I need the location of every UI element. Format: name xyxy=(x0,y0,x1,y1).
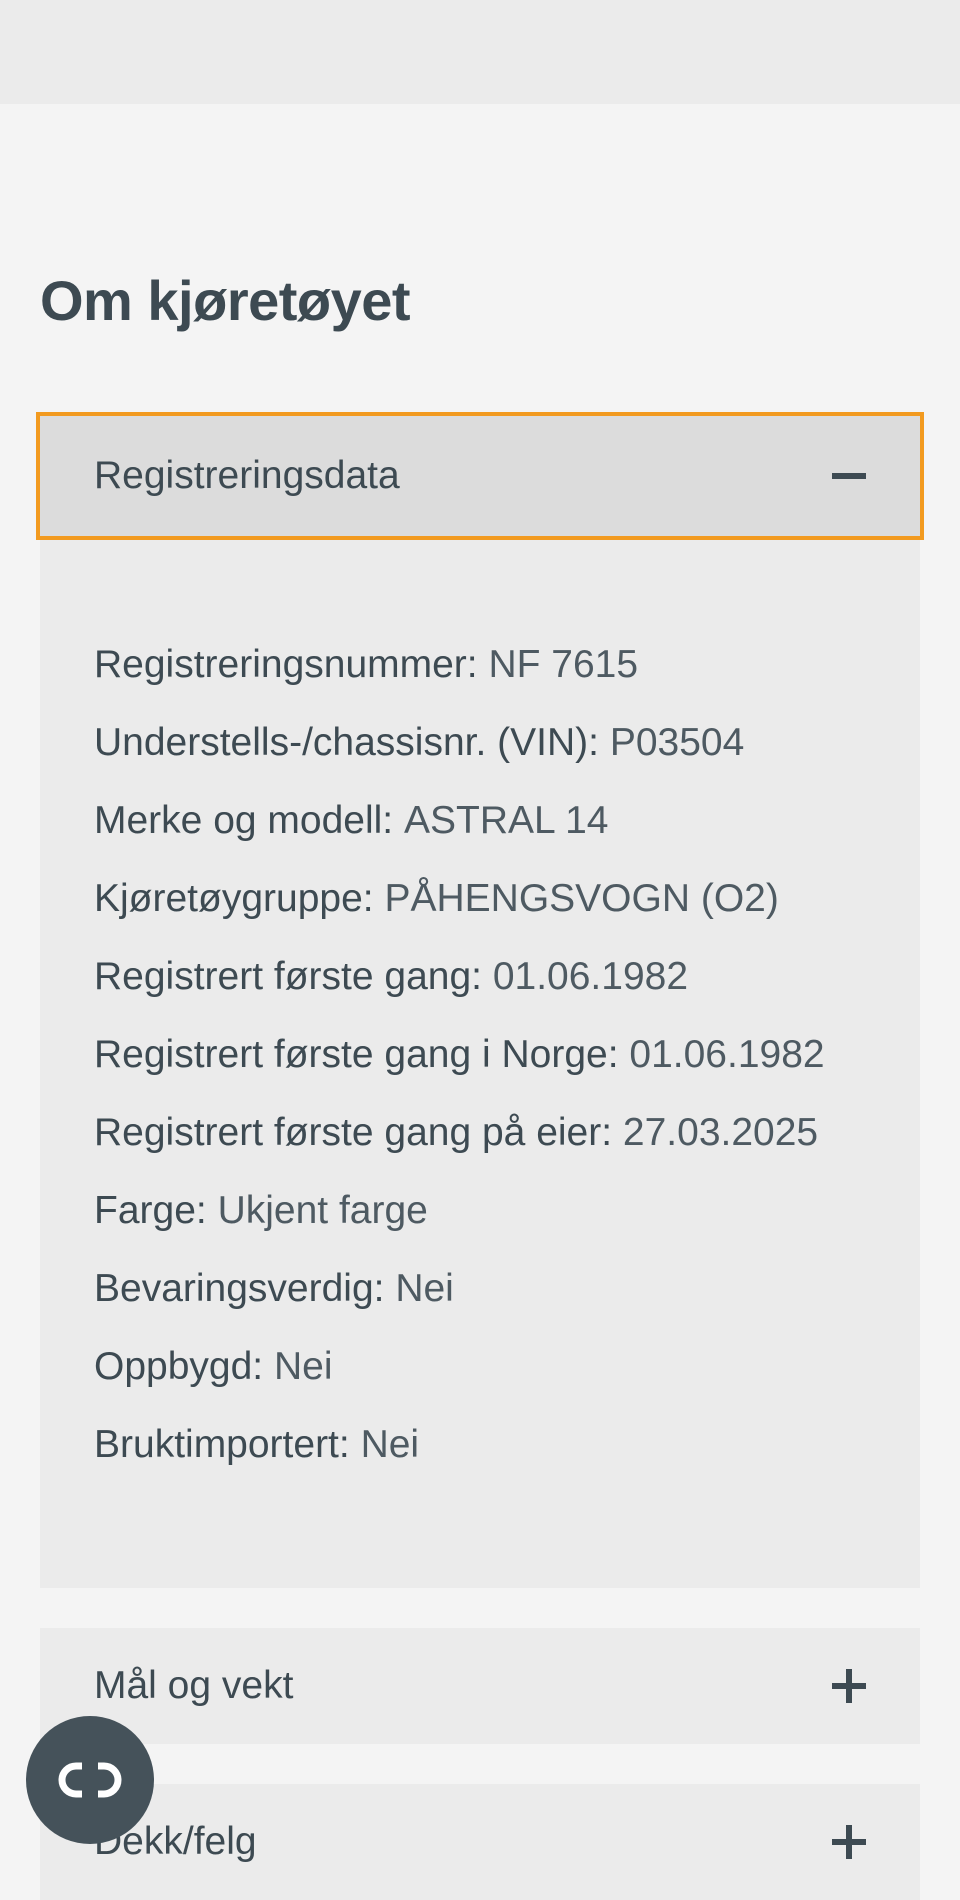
registration-row: Bruktimportert: Nei xyxy=(94,1406,866,1484)
registration-row: Understells-/chassisnr. (VIN): P03504 xyxy=(94,704,866,782)
accordion-tires-header[interactable]: Dekk/felg xyxy=(40,1784,920,1900)
registration-row-value: Nei xyxy=(273,1345,333,1388)
registration-row-key: Registreringsnummer: xyxy=(94,643,478,686)
accordion-measurements-header[interactable]: Mål og vekt xyxy=(40,1628,920,1744)
registration-row: Merke og modell: ASTRAL 14 xyxy=(94,782,866,860)
registration-row-value: 01.06.1982 xyxy=(492,955,689,998)
registration-row-value: NF 7615 xyxy=(488,643,639,686)
registration-row-value: P03504 xyxy=(609,721,745,764)
registration-row-key: Understells-/chassisnr. (VIN): xyxy=(94,721,599,764)
registration-row: Registreringsnummer: NF 7615 xyxy=(94,626,866,704)
registration-row-key: Registrert første gang i Norge: xyxy=(94,1033,619,1076)
accordion-measurements-label: Mål og vekt xyxy=(94,1664,294,1707)
registration-row-value: Nei xyxy=(360,1423,420,1466)
registration-row: Bevaringsverdig: Nei xyxy=(94,1250,866,1328)
registration-row-key: Bruktimportert: xyxy=(94,1423,350,1466)
top-bar xyxy=(0,0,960,104)
registration-row-key: Oppbygd: xyxy=(94,1345,264,1388)
registration-row: Registrert første gang på eier: 27.03.20… xyxy=(94,1094,866,1172)
registration-row: Kjøretøygruppe: PÅHENGSVOGN (O2) xyxy=(94,860,866,938)
registration-row: Oppbygd: Nei xyxy=(94,1328,866,1406)
page-title: Om kjøretøyet xyxy=(40,269,411,332)
accordion-registration-label: Registreringsdata xyxy=(94,454,400,497)
registration-row-value: ASTRAL 14 xyxy=(403,799,609,842)
plus-icon xyxy=(832,1825,866,1859)
registration-row: Registrert første gang: 01.06.1982 xyxy=(94,938,866,1016)
registration-row-value: Ukjent farge xyxy=(217,1189,428,1232)
plus-icon xyxy=(832,1669,866,1703)
registration-row-key: Registrert første gang på eier: xyxy=(94,1111,613,1154)
accordion-registration-header[interactable]: Registreringsdata xyxy=(36,412,924,540)
registration-row-key: Bevaringsverdig: xyxy=(94,1267,385,1310)
registration-row-key: Registrert første gang: xyxy=(94,955,482,998)
registration-row-value: Nei xyxy=(395,1267,454,1310)
registration-row: Farge: Ukjent farge xyxy=(94,1172,866,1250)
registration-row-value: 01.06.1982 xyxy=(629,1033,825,1076)
registration-row-key: Farge: xyxy=(94,1189,207,1232)
registration-row-key: Merke og modell: xyxy=(94,799,394,842)
registration-row-value: PÅHENGSVOGN (O2) xyxy=(384,877,779,920)
registration-row-key: Kjøretøygruppe: xyxy=(94,877,374,920)
registration-row-value: 27.03.2025 xyxy=(622,1111,819,1154)
link-icon xyxy=(58,1760,122,1800)
link-fab-button[interactable] xyxy=(26,1716,154,1844)
registration-row: Registrert første gang i Norge: 01.06.19… xyxy=(94,1016,866,1094)
minus-icon xyxy=(832,473,866,479)
accordion-registration-body: Registreringsnummer: NF 7615 Understells-… xyxy=(40,540,920,1588)
